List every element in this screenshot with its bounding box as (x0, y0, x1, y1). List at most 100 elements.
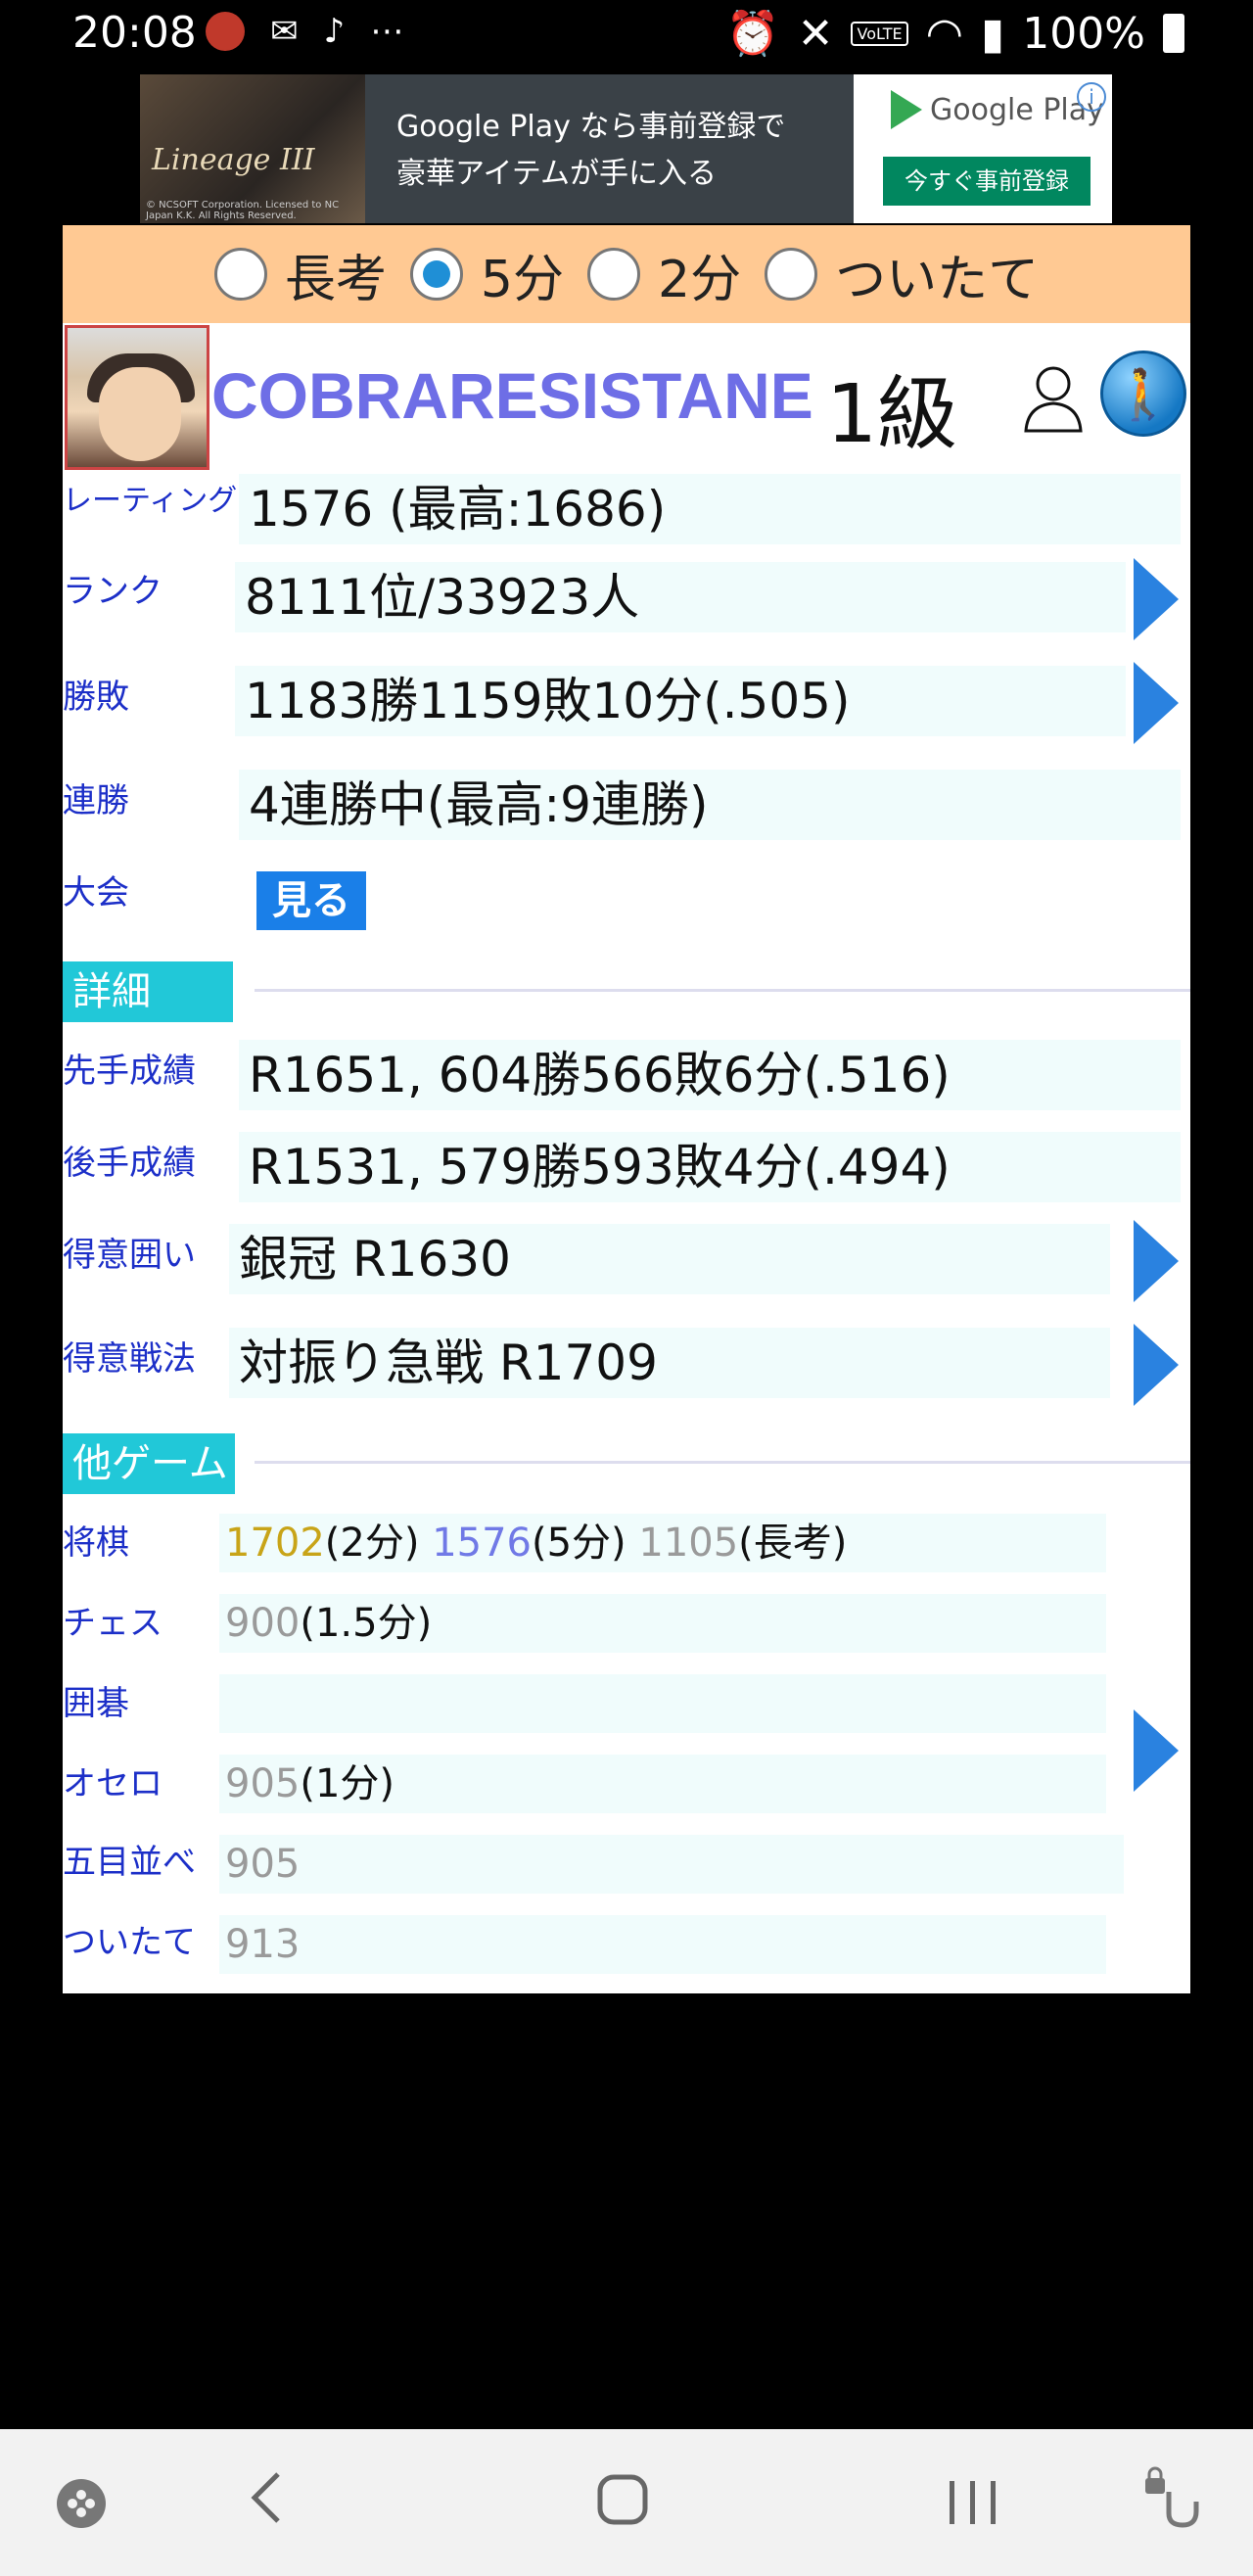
ad-preregister-button[interactable]: 今すぐ事前登録 (883, 157, 1091, 206)
shogi-label: 将棋 (63, 1523, 129, 1563)
chess-ratings: 900(1.5分) (219, 1594, 1106, 1653)
navigation-bar (0, 2429, 1253, 2576)
avatar-face (99, 367, 181, 461)
radio-long[interactable] (213, 248, 267, 301)
radio-2min[interactable] (587, 248, 640, 301)
shogi-long-unit: (長考) (738, 1521, 848, 1566)
othello-unit: (1分) (300, 1761, 395, 1806)
shogi-ratings: 1702(2分) 1576(5分) 1105(長考) (219, 1514, 1106, 1572)
google-play-icon (891, 90, 922, 129)
mode-label-5min: 5分 (480, 250, 564, 309)
chess-rating: 900 (225, 1601, 301, 1646)
details-section-title: 詳細 (63, 961, 233, 1022)
status-bar: 20:08 ✉ ♪ ⋯ ⏰ ✕ VoLTE ◠ ▮ 100% (0, 0, 1253, 70)
shogi-2min-rating: 1702 (225, 1521, 325, 1566)
record-value: 1183勝1159敗10分(.505) (235, 666, 1126, 736)
castle-label: 得意囲い (63, 1236, 196, 1275)
tsuitate-ratings: 913 (219, 1915, 1106, 1974)
gomoku-label: 五目並べ (63, 1843, 196, 1882)
wifi-icon: ◠ (925, 8, 963, 59)
rank-value: 8111位/33923人 (235, 562, 1126, 632)
ad-line-1: Google Play なら事前登録で (396, 110, 786, 144)
more-notifications-icon: ⋯ (370, 12, 404, 51)
radio-5min[interactable] (409, 248, 463, 301)
other-games-section-title: 他ゲーム (63, 1433, 235, 1494)
othello-ratings: 905(1分) (219, 1755, 1106, 1813)
ad-line-2: 豪華アイテムが手に入る (396, 157, 717, 191)
rating-value: 1576 (最高:1686) (239, 474, 1181, 544)
rating-label: レーティング (63, 484, 238, 518)
tsuitate-label: ついたて (63, 1923, 196, 1962)
tiktok-icon: ♪ (323, 12, 346, 51)
profile-card: 長考 5分 2分 ついたて COBRARESISTANE 1級 🚶 レーティング… (63, 225, 1190, 1993)
strategy-value: 対振り急戦 R1709 (229, 1328, 1110, 1398)
ad-game-logo: Lineage III (152, 143, 315, 177)
chess-unit: (1.5分) (300, 1601, 433, 1646)
mode-option-5min[interactable]: 5分 (409, 238, 564, 311)
ad-game-art: Lineage III © NCSOFT Corporation. Licens… (140, 74, 365, 223)
other-games-divider (255, 1461, 1190, 1464)
rank-label: ランク (63, 572, 162, 611)
strategy-label: 得意戦法 (63, 1339, 196, 1379)
tournament-view-button[interactable]: 見る (256, 871, 366, 930)
gomoku-rating: 905 (225, 1842, 301, 1887)
radio-tsuitate[interactable] (765, 248, 818, 301)
record-label: 勝敗 (63, 678, 129, 717)
go-label: 囲碁 (63, 1684, 129, 1723)
shogi-5min-rating: 1576 (432, 1521, 532, 1566)
castle-value: 銀冠 R1630 (229, 1224, 1110, 1294)
details-divider (255, 989, 1190, 992)
mode-label-2min: 2分 (658, 250, 742, 309)
mute-icon: ✕ (797, 8, 834, 59)
status-time: 20:08 (72, 8, 197, 58)
streak-label: 連勝 (63, 781, 129, 820)
record-arrow-icon[interactable] (1134, 662, 1179, 744)
rank-arrow-icon[interactable] (1134, 558, 1179, 640)
username: COBRARESISTANE (211, 359, 813, 432)
touch-lock-icon[interactable] (1139, 2466, 1202, 2544)
shogi-long-rating: 1105 (638, 1521, 739, 1566)
mode-option-long[interactable]: 長考 (213, 238, 387, 311)
avatar[interactable] (65, 325, 209, 470)
home-icon[interactable] (595, 2472, 650, 2542)
strategy-arrow-icon[interactable] (1134, 1324, 1179, 1406)
gomoku-ratings: 905 (219, 1835, 1124, 1894)
profile-header: COBRARESISTANE 1級 🚶 (63, 323, 1190, 470)
other-games-arrow-icon[interactable] (1134, 1710, 1179, 1792)
mode-label-long: 長考 (284, 250, 387, 309)
back-icon[interactable] (245, 2468, 288, 2542)
mode-option-tsuitate[interactable]: ついたて (765, 238, 1039, 311)
ad-text: Google Play なら事前登録で 豪華アイテムが手に入る (396, 104, 785, 198)
ad-info-icon[interactable]: i (1077, 82, 1106, 112)
castle-arrow-icon[interactable] (1134, 1220, 1179, 1302)
mode-label-tsuitate: ついたて (835, 250, 1040, 309)
player-rank: 1級 (826, 368, 958, 461)
go-ratings (219, 1674, 1106, 1733)
signal-icon: ▮ (980, 8, 1005, 59)
sente-label: 先手成績 (63, 1052, 196, 1091)
chess-label: チェス (63, 1604, 162, 1643)
notification-icons: ✉ ♪ ⋯ (206, 12, 403, 51)
battery-icon (1163, 14, 1184, 53)
gote-value: R1531, 579勝593敗4分(.494) (239, 1132, 1181, 1202)
system-icons: ⏰ ✕ VoLTE ◠ ▮ 100% (726, 8, 1184, 59)
mode-option-2min[interactable]: 2分 (587, 238, 741, 311)
sente-value: R1651, 604勝566敗6分(.516) (239, 1040, 1181, 1110)
walk-icon[interactable]: 🚶 (1100, 351, 1186, 437)
ad-copyright: © NCSOFT Corporation. Licensed to NC Jap… (146, 200, 340, 221)
app-notification-icon (206, 12, 245, 51)
mail-icon: ✉ (270, 12, 299, 51)
recents-icon[interactable] (946, 2474, 1000, 2543)
shogi-2min-unit: (2分) (324, 1521, 420, 1566)
tournament-label: 大会 (63, 873, 129, 913)
alarm-icon: ⏰ (725, 9, 780, 59)
ad-banner[interactable]: Lineage III © NCSOFT Corporation. Licens… (140, 74, 1112, 223)
time-mode-selector: 長考 5分 2分 ついたて (63, 225, 1190, 323)
streak-value: 4連勝中(最高:9連勝) (239, 770, 1181, 840)
tsuitate-rating: 913 (225, 1922, 301, 1967)
shogi-5min-unit: (5分) (531, 1521, 626, 1566)
game-launcher-icon[interactable] (55, 2476, 108, 2545)
user-outline-icon[interactable] (1022, 362, 1085, 435)
othello-label: オセロ (63, 1764, 162, 1803)
othello-rating: 905 (225, 1761, 301, 1806)
